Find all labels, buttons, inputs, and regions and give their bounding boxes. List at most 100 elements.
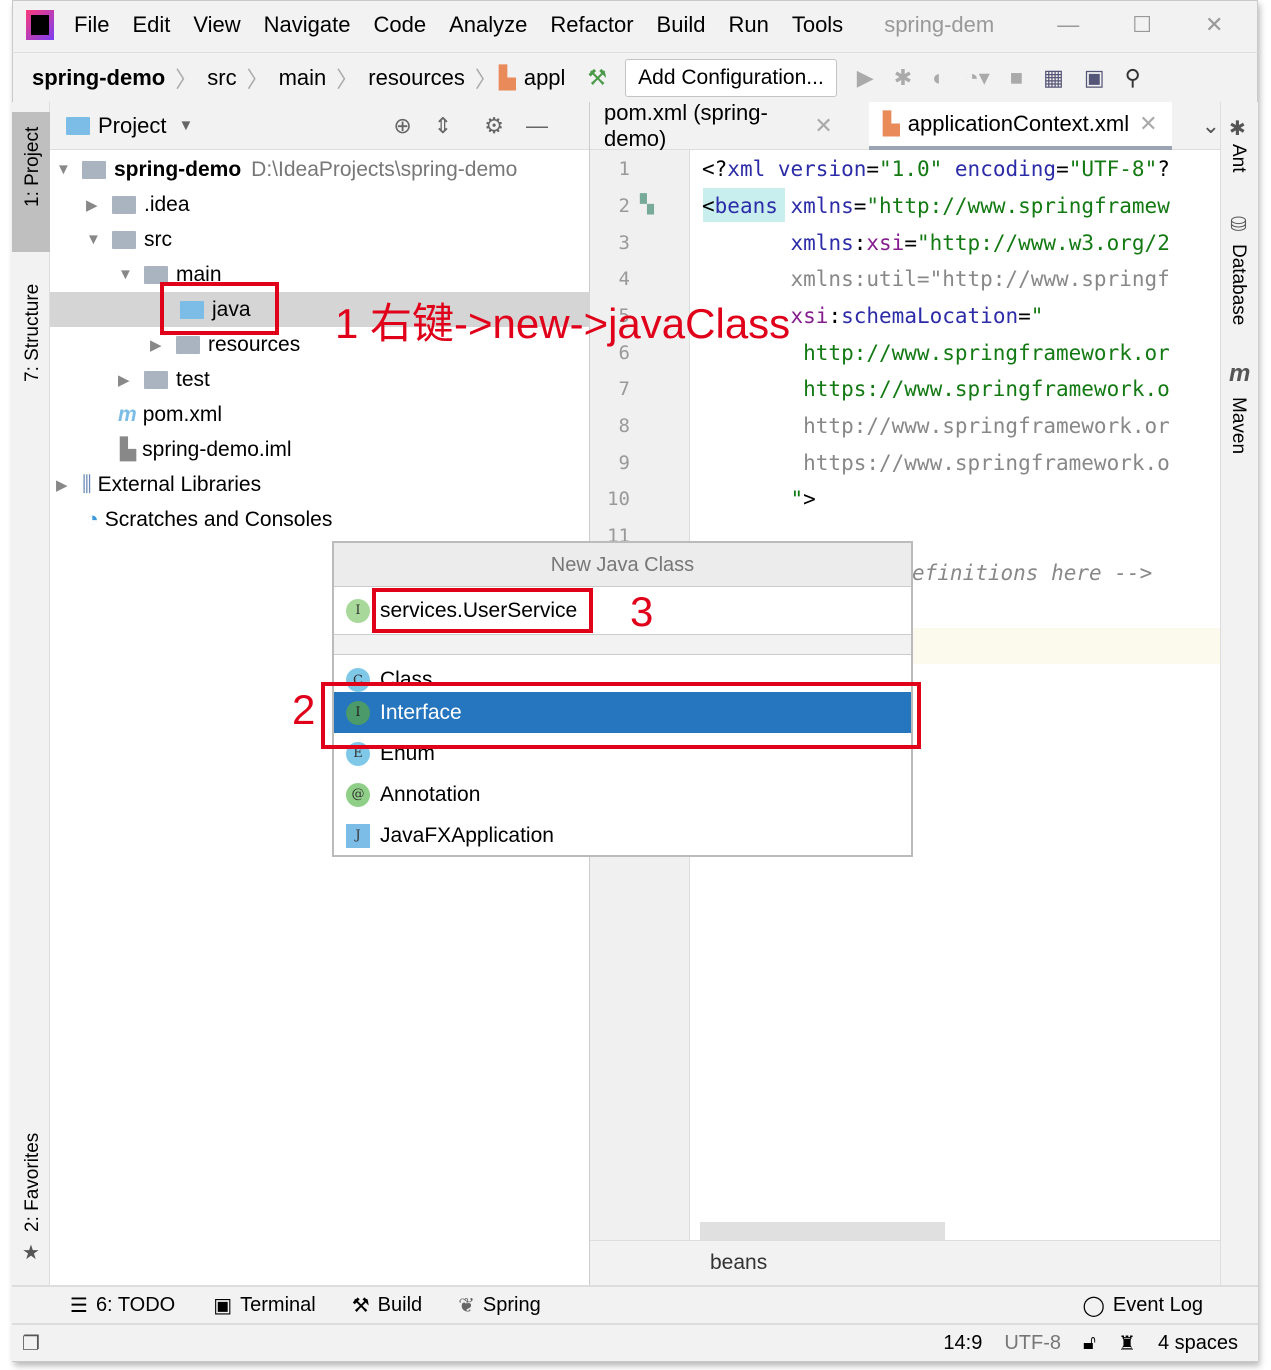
breadcrumb-main[interactable]: main [279, 65, 327, 91]
file-encoding[interactable]: UTF-8 [1004, 1332, 1061, 1355]
code-line: xmlns:util="http://www.springf [702, 267, 1170, 291]
tree-item-label: Scratches and Consoles [104, 507, 333, 531]
code-line: xmlns:xsi="http://www.w3.org/2 [790, 231, 1170, 255]
debug-icon[interactable]: ✱ [894, 65, 912, 91]
run-anything-icon[interactable]: ▣ [1084, 65, 1105, 91]
kind-label: JavaFXApplication [380, 823, 554, 847]
tool-window-database[interactable]: Database [1227, 244, 1249, 325]
hide-icon[interactable]: — [526, 113, 548, 139]
stop-icon[interactable]: ■ [1010, 65, 1023, 91]
tree-item-label: pom.xml [142, 402, 223, 426]
menu-build[interactable]: Build [657, 12, 706, 38]
breadcrumb-src[interactable]: src [207, 65, 236, 91]
popup-divider [334, 635, 911, 655]
locate-icon[interactable]: ⊕ [393, 113, 411, 139]
line-number: 2 [618, 195, 630, 217]
tree-item-scratches[interactable]: ◔ Scratches and Consoles [86, 502, 332, 537]
chevron-right-icon: 〉 [175, 66, 198, 92]
inspector-icon[interactable]: ♜ [1118, 1331, 1136, 1356]
tool-window-project[interactable]: 1: Project [22, 127, 44, 207]
menu-edit[interactable]: Edit [132, 12, 170, 38]
menu-refactor[interactable]: Refactor [550, 12, 633, 38]
kind-javafx[interactable]: J JavaFXApplication [334, 815, 911, 856]
profile-icon[interactable]: ◔▾ [965, 65, 989, 91]
tool-window-structure[interactable]: 7: Structure [22, 284, 44, 382]
toggle-tool-windows-icon[interactable]: ❐ [22, 1331, 40, 1356]
spring-xml-icon: ▙ [498, 64, 516, 90]
menu-code[interactable]: Code [374, 12, 427, 38]
coverage-icon[interactable]: ◐ [932, 65, 945, 91]
tree-item-label: .idea [144, 192, 190, 216]
annotation-step3: 3 [630, 588, 654, 635]
project-view-icon [66, 116, 90, 135]
search-icon[interactable]: ⚲ [1125, 65, 1141, 91]
gear-icon[interactable]: ⚙ [484, 113, 504, 139]
line-number: 1 [618, 158, 630, 180]
module-file-icon: ▙ [120, 438, 137, 461]
menu-run[interactable]: Run [728, 12, 768, 38]
breadcrumb-resources[interactable]: resources [368, 65, 465, 91]
kind-label: Annotation [380, 782, 481, 806]
close-icon[interactable]: ✕ [814, 113, 832, 139]
interface-icon: I [346, 598, 370, 623]
chevron-down-icon[interactable]: ▼ [178, 117, 193, 134]
tree-item-external-libraries[interactable]: ▶ ⫼ External Libraries [56, 467, 261, 502]
add-configuration-button[interactable]: Add Configuration... [625, 58, 837, 97]
maximize-button[interactable]: ☐ [1132, 12, 1152, 38]
spring-bean-gutter-icon[interactable]: ▚ [640, 194, 654, 215]
scratches-icon: ◔ [86, 507, 99, 531]
chevron-right-icon: 〉 [336, 66, 359, 92]
tool-window-maven[interactable]: Maven [1227, 397, 1249, 454]
close-button[interactable]: ✕ [1205, 12, 1223, 38]
tree-item-spring-demo[interactable]: ▼ spring-demo D:\IdeaProjects\spring-demo [56, 152, 517, 187]
tree-item-label: spring-demo [114, 157, 242, 181]
build-hammer-icon[interactable]: ⚒ [587, 65, 607, 91]
menu-analyze[interactable]: Analyze [449, 12, 527, 38]
caret-position[interactable]: 14:9 [943, 1332, 982, 1355]
star-icon: ★ [22, 1242, 40, 1264]
project-view-selector[interactable]: Project [98, 113, 166, 139]
tree-item-iml[interactable]: ▙ spring-demo.iml [120, 432, 292, 467]
menu-navigate[interactable]: Navigate [264, 12, 351, 38]
maven-icon: m [118, 402, 137, 426]
editor-breadcrumb[interactable]: beans [590, 1240, 1220, 1285]
minimize-button[interactable]: — [1057, 12, 1079, 38]
tool-window-spring[interactable]: Spring [483, 1294, 541, 1317]
breadcrumb-file[interactable]: appl [524, 65, 566, 91]
tree-item-test[interactable]: ▶ test [118, 362, 210, 397]
menu-view[interactable]: View [193, 12, 240, 38]
menu-tools[interactable]: Tools [792, 12, 843, 38]
tree-item-pom[interactable]: m pom.xml [118, 397, 222, 432]
tool-window-terminal[interactable]: Terminal [240, 1294, 316, 1317]
lock-icon[interactable]: 🔓︎ [1083, 1332, 1096, 1355]
database-icon: ⛁ [1230, 214, 1247, 236]
project-path: D:\IdeaProjects\spring-demo [251, 157, 518, 181]
tool-window-build[interactable]: Build [378, 1294, 422, 1317]
terminal-icon: ▣ [213, 1294, 233, 1317]
tab-pom[interactable]: pom.xml (spring-demo) ✕ [590, 100, 847, 151]
breadcrumb-project[interactable]: spring-demo [32, 65, 165, 91]
code-line: https://www.springframework.o [702, 377, 1170, 401]
tree-item-idea[interactable]: ▶ .idea [86, 187, 190, 222]
code-line: https://www.springframework.o [702, 451, 1170, 475]
close-icon[interactable]: ✕ [1139, 111, 1157, 137]
indent-setting[interactable]: 4 spaces [1158, 1332, 1238, 1355]
ant-icon: ✱ [1229, 118, 1246, 140]
tab-application-context[interactable]: ▙ applicationContext.xml ✕ [868, 101, 1172, 150]
kind-annotation[interactable]: @ Annotation [334, 774, 911, 815]
horizontal-scrollbar[interactable] [700, 1222, 945, 1240]
menu-file[interactable]: File [74, 12, 109, 38]
todo-icon: ☰ [70, 1294, 88, 1317]
tool-window-todo[interactable]: 6: TODO [96, 1294, 175, 1317]
tool-window-ant[interactable]: Ant [1227, 144, 1249, 173]
collapse-all-icon[interactable]: ⇕ [434, 113, 452, 139]
run-icon[interactable]: ▶ [857, 65, 874, 91]
chevron-down-icon[interactable]: ⌄ [1202, 113, 1220, 139]
tool-window-event-log[interactable]: Event Log [1113, 1294, 1203, 1317]
tree-item-src[interactable]: ▼ src [86, 222, 172, 257]
line-number: 3 [618, 232, 630, 254]
tool-window-favorites[interactable]: 2: Favorites [22, 1133, 44, 1232]
line-number: 9 [618, 452, 630, 474]
project-structure-icon[interactable]: ▦ [1043, 65, 1064, 91]
build-icon: ⚒ [351, 1294, 370, 1317]
